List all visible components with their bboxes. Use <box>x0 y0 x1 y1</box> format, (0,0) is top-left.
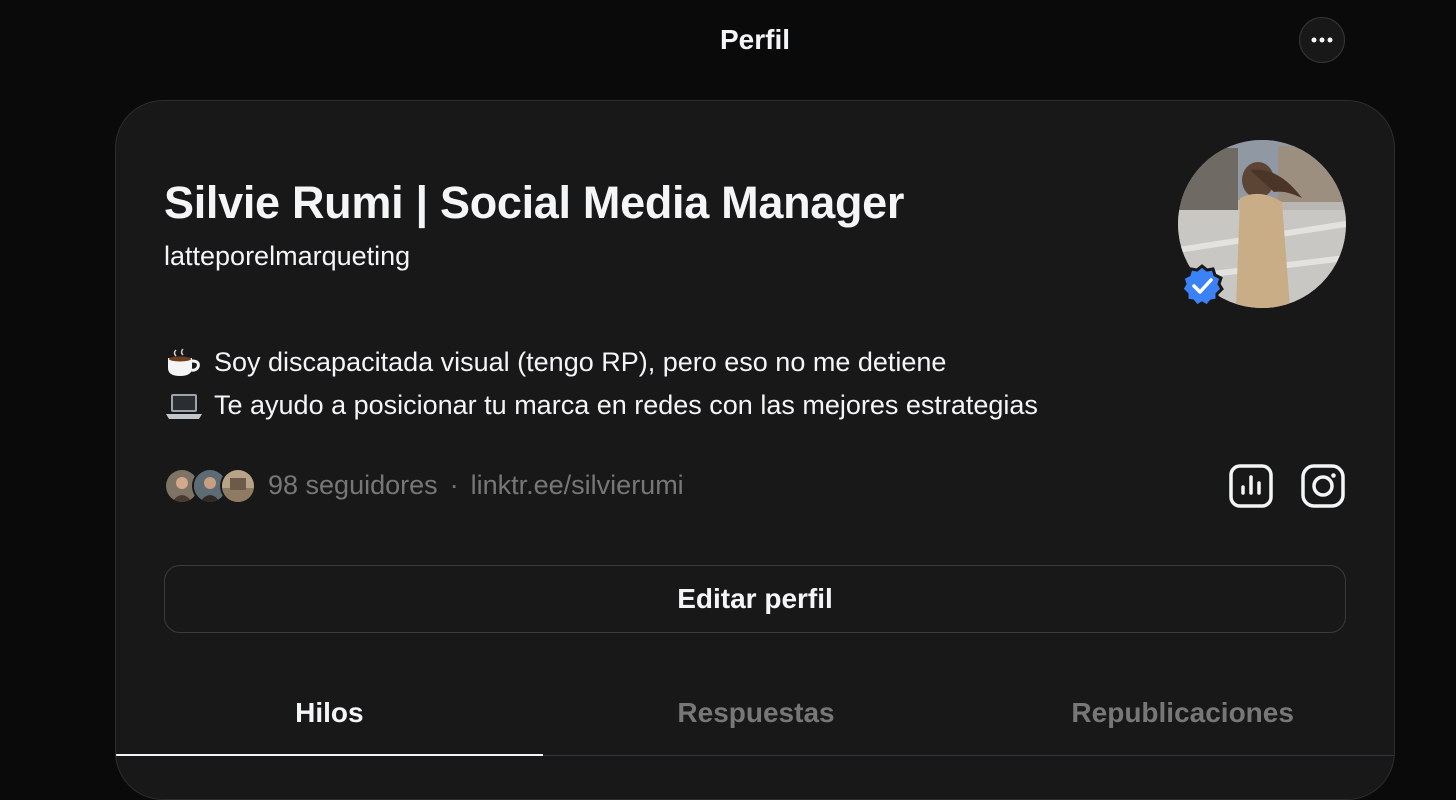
tab-threads[interactable]: Hilos <box>116 671 543 756</box>
bio-line: Te ayudo a posicionar tu marca en redes … <box>164 384 1038 427</box>
profile-card: Silvie Rumi | Social Media Manager latte… <box>115 100 1395 800</box>
profile-avatar-container[interactable] <box>1178 140 1346 308</box>
profile-link[interactable]: linktr.ee/silvierumi <box>471 470 684 501</box>
top-bar: Perfil <box>0 0 1456 84</box>
more-horizontal-icon <box>1311 37 1333 43</box>
profile-username: latteporelmarqueting <box>164 241 411 271</box>
profile-display-name: Silvie Rumi | Social Media Manager <box>164 177 905 228</box>
edit-profile-button[interactable]: Editar perfil <box>164 565 1346 633</box>
more-options-button[interactable] <box>1299 17 1345 63</box>
bio-text: Te ayudo a posicionar tu marca en redes … <box>214 390 1038 420</box>
coffee-icon <box>168 347 200 376</box>
follower-avatars[interactable] <box>164 468 256 504</box>
instagram-icon[interactable] <box>1300 463 1346 509</box>
tab-reposts[interactable]: Republicaciones <box>969 671 1394 755</box>
followers-count[interactable]: 98 seguidores <box>268 470 438 501</box>
page-title: Perfil <box>719 24 791 55</box>
profile-bio: Soy discapacitada visual (tengo RP), per… <box>164 341 1038 427</box>
bar-chart-icon[interactable] <box>1228 463 1274 509</box>
profile-meta: 98 seguidores · linktr.ee/silvierumi <box>164 465 684 505</box>
separator-dot: · <box>449 469 459 500</box>
verified-badge-icon <box>1180 264 1224 308</box>
laptop-icon <box>166 393 202 419</box>
profile-tabs: Hilos Respuestas Republicaciones <box>116 671 1394 756</box>
follower-avatar <box>220 468 256 504</box>
bio-text: Soy discapacitada visual (tengo RP), per… <box>214 347 947 377</box>
bio-line: Soy discapacitada visual (tengo RP), per… <box>164 341 1038 384</box>
tab-replies[interactable]: Respuestas <box>543 671 970 755</box>
